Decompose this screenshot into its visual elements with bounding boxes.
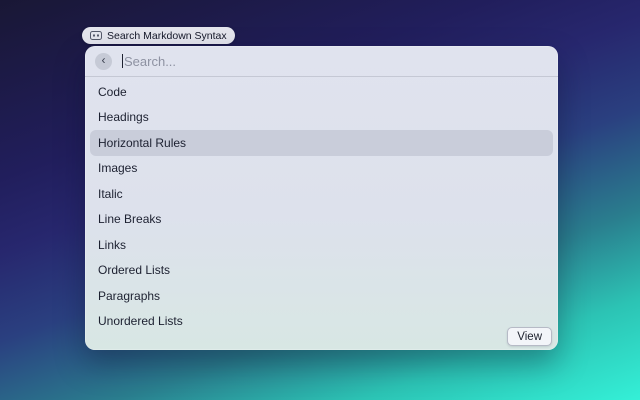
tooltip-badge: Search Markdown Syntax — [82, 27, 235, 44]
list-item[interactable]: Unordered Lists — [90, 309, 553, 335]
desktop-background: Search Markdown Syntax ‹ CodeHeadingsHor… — [0, 0, 640, 400]
syntax-list: CodeHeadingsHorizontal RulesImagesItalic… — [85, 77, 558, 334]
list-item[interactable]: Links — [90, 232, 553, 258]
keyboard-icon — [90, 31, 102, 40]
list-item[interactable]: Line Breaks — [90, 207, 553, 233]
list-item[interactable]: Code — [90, 79, 553, 105]
back-button[interactable]: ‹ — [95, 53, 112, 70]
tooltip-label: Search Markdown Syntax — [107, 30, 227, 42]
list-item[interactable]: Headings — [90, 105, 553, 131]
search-input[interactable] — [124, 54, 548, 69]
view-button[interactable]: View — [507, 327, 552, 346]
search-bar: ‹ — [85, 46, 558, 76]
list-item[interactable]: Images — [90, 156, 553, 182]
list-item[interactable]: Ordered Lists — [90, 258, 553, 284]
text-caret — [122, 54, 123, 68]
list-item[interactable]: Italic — [90, 181, 553, 207]
chevron-left-icon: ‹ — [102, 54, 106, 66]
search-panel: ‹ CodeHeadingsHorizontal RulesImagesItal… — [85, 46, 558, 350]
list-item[interactable]: Horizontal Rules — [90, 130, 553, 156]
list-item[interactable]: Paragraphs — [90, 283, 553, 309]
